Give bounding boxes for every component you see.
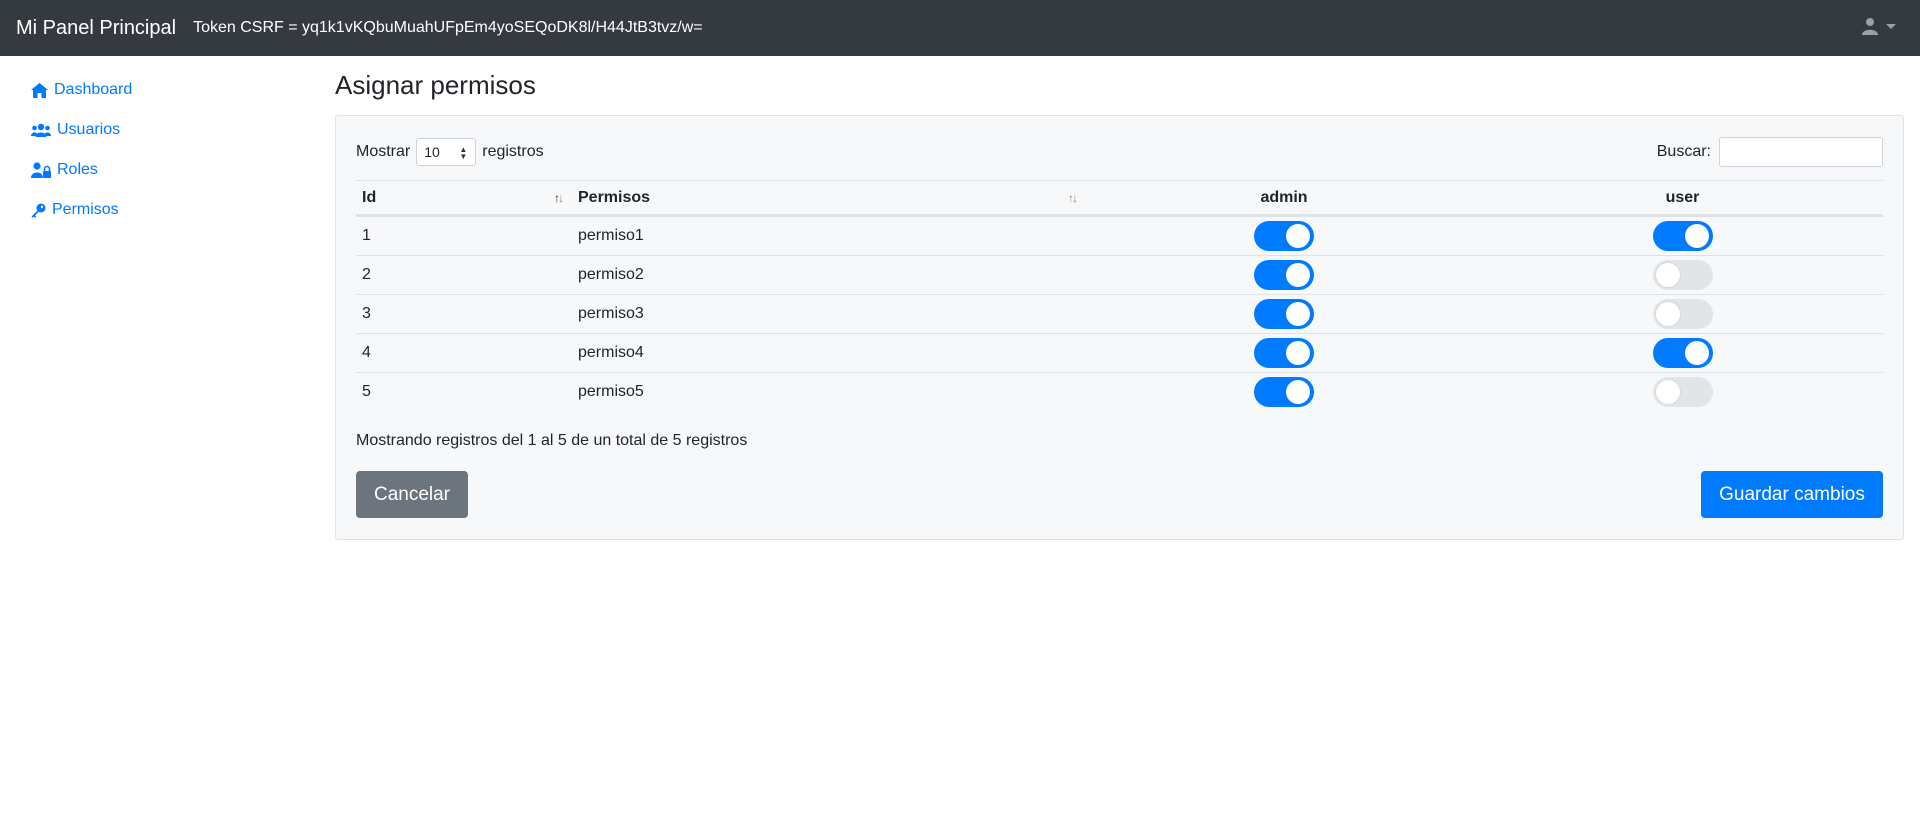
page-length-select[interactable]: 10 ▲ ▼ <box>416 138 477 166</box>
sidebar-item-dashboard[interactable]: Dashboard <box>31 70 320 110</box>
toggle-knob <box>1286 302 1310 326</box>
sort-ascending-icon: ↑↓ <box>554 191 564 205</box>
toggle-knob <box>1684 341 1709 365</box>
search-label: Buscar: <box>1656 143 1711 160</box>
cell-id: 3 <box>356 294 572 334</box>
table-row: 3 permiso3 <box>356 294 1883 334</box>
sort-icon: ↑↓ <box>1068 191 1078 205</box>
length-suffix-label: registros <box>482 143 544 160</box>
main-content: Asignar permisos Mostrar 10 ▲ ▼ registros… <box>335 56 1905 540</box>
cell-permiso: permiso3 <box>572 294 1086 334</box>
table-row: 2 permiso2 <box>356 255 1883 295</box>
sidebar-item-label: Roles <box>57 161 98 178</box>
sidebar: Dashboard Usuarios Roles Permisos <box>0 56 320 230</box>
permissions-table: Id ↑↓ Permisos ↑↓ admin user 1 permiso1 2 p… <box>356 180 1883 411</box>
admin-permission-toggle[interactable] <box>1254 377 1314 407</box>
admin-permission-toggle[interactable] <box>1254 260 1314 290</box>
save-button[interactable]: Guardar cambios <box>1701 471 1883 518</box>
page-length-control: Mostrar 10 ▲ ▼ registros <box>356 137 544 167</box>
csrf-token-text: Token CSRF = yq1k1vKQbuMuahUFpEm4yoSEQoD… <box>193 19 703 36</box>
cell-id: 4 <box>356 333 572 373</box>
length-prefix-label: Mostrar <box>356 143 411 160</box>
table-row: 4 permiso4 <box>356 333 1883 373</box>
table-header-row: Id ↑↓ Permisos ↑↓ admin user <box>356 180 1883 217</box>
users-icon <box>31 123 51 137</box>
cancel-button[interactable]: Cancelar <box>356 471 468 518</box>
select-arrows-icon: ▲ ▼ <box>459 145 468 161</box>
cell-admin <box>1086 294 1482 334</box>
cell-user <box>1482 215 1883 256</box>
column-header-admin: admin <box>1086 180 1482 217</box>
table-controls: Mostrar 10 ▲ ▼ registros Buscar: <box>356 137 1883 167</box>
brand-title[interactable]: Mi Panel Principal <box>16 17 176 40</box>
page-title: Asignar permisos <box>335 70 536 100</box>
cell-permiso: permiso1 <box>572 215 1086 256</box>
toggle-knob <box>1286 224 1310 248</box>
cell-id: 5 <box>362 383 371 400</box>
toggle-knob <box>1655 302 1680 326</box>
table-row: 5 permiso5 <box>356 373 1883 412</box>
cell-admin <box>1086 333 1482 373</box>
cell-admin <box>1086 255 1482 295</box>
cell-id: 2 <box>356 255 572 295</box>
toggle-knob <box>1286 263 1310 287</box>
sidebar-item-usuarios[interactable]: Usuarios <box>31 110 320 150</box>
column-header-id[interactable]: Id ↑↓ <box>356 180 572 217</box>
user-permission-toggle[interactable] <box>1652 338 1713 368</box>
permissions-card: Mostrar 10 ▲ ▼ registros Buscar: Id ↑↓ P… <box>335 115 1904 540</box>
sidebar-item-permisos[interactable]: Permisos <box>31 190 320 230</box>
table-info: Mostrando registros del 1 al 5 de un tot… <box>356 432 748 449</box>
user-permission-toggle[interactable] <box>1652 299 1713 329</box>
top-navbar: Mi Panel Principal Token CSRF = yq1k1vKQ… <box>0 0 1920 56</box>
toggle-knob <box>1286 380 1310 404</box>
cell-user <box>1482 294 1883 334</box>
key-icon <box>31 203 46 218</box>
user-menu-dropdown[interactable] <box>1862 17 1896 35</box>
home-icon <box>31 82 48 98</box>
toggle-knob <box>1655 263 1680 287</box>
cell-permiso: permiso2 <box>572 255 1086 295</box>
chevron-down-icon <box>1886 23 1896 29</box>
user-permission-toggle[interactable] <box>1652 377 1713 407</box>
column-header-user: user <box>1482 180 1883 217</box>
user-lock-icon <box>31 162 51 178</box>
search-input[interactable] <box>1719 137 1883 167</box>
column-header-permisos[interactable]: Permisos ↑↓ <box>572 180 1086 217</box>
toggle-knob <box>1286 341 1310 365</box>
toggle-knob <box>1684 224 1709 248</box>
cell-permiso: permiso4 <box>572 333 1086 373</box>
table-body: 1 permiso1 2 permiso2 3 permiso3 4 permiso4 5 per… <box>356 215 1883 412</box>
table-row: 1 permiso1 <box>356 215 1883 256</box>
user-icon <box>1862 18 1878 35</box>
cell-permiso: permiso5 <box>578 383 644 400</box>
admin-permission-toggle[interactable] <box>1254 338 1314 368</box>
sidebar-item-label: Dashboard <box>54 81 133 98</box>
cell-admin <box>1086 373 1482 412</box>
toggle-knob <box>1655 380 1680 404</box>
admin-permission-toggle[interactable] <box>1254 299 1314 329</box>
search-control: Buscar: <box>1657 137 1883 167</box>
admin-permission-toggle[interactable] <box>1254 221 1314 251</box>
page-length-value: 10 <box>424 144 440 160</box>
cell-user <box>1482 333 1883 373</box>
sidebar-item-label: Permisos <box>52 201 119 218</box>
user-permission-toggle[interactable] <box>1652 260 1713 290</box>
user-permission-toggle[interactable] <box>1652 221 1713 251</box>
cell-user <box>1482 255 1883 295</box>
cell-admin <box>1086 215 1482 256</box>
cell-user <box>1482 373 1883 412</box>
sidebar-item-roles[interactable]: Roles <box>31 150 320 190</box>
cell-id: 1 <box>356 215 572 256</box>
sidebar-item-label: Usuarios <box>57 121 121 138</box>
